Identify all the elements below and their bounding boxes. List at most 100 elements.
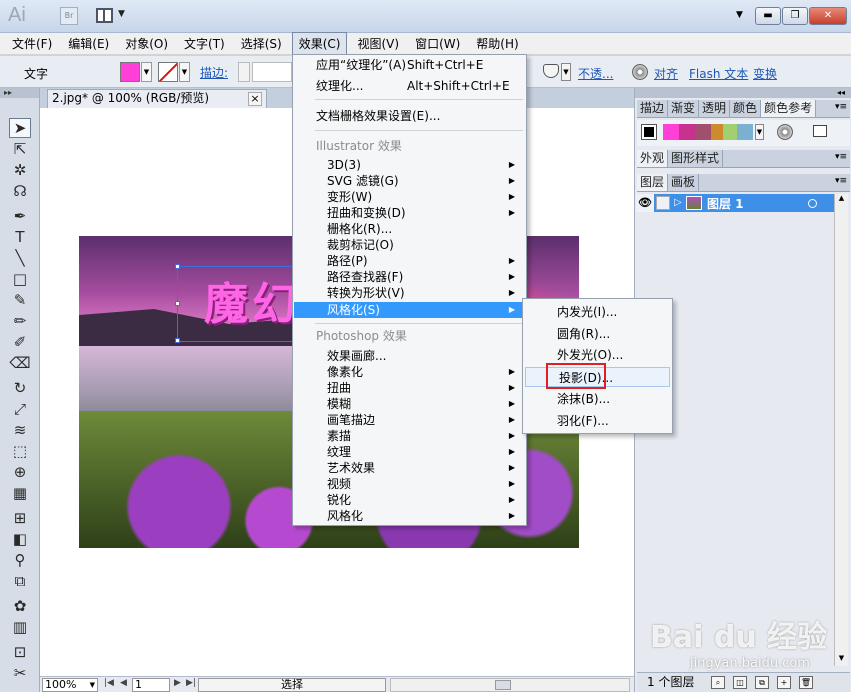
- next-page-icon[interactable]: ▶: [174, 678, 181, 688]
- panel-grip[interactable]: ◂◂: [635, 88, 851, 98]
- paintbrush-tool-icon[interactable]: ✎: [9, 290, 31, 310]
- menu-item-blur[interactable]: 模糊 ▶: [294, 396, 525, 412]
- fill-color-swatch[interactable]: [120, 62, 140, 82]
- panel-grip[interactable]: ▸▸: [0, 88, 39, 98]
- selection-handle[interactable]: [175, 301, 180, 306]
- menu-item-distort[interactable]: 扭曲 ▶: [294, 380, 525, 396]
- selection-handle[interactable]: [175, 338, 180, 343]
- style-icon[interactable]: [543, 64, 559, 78]
- layer-name[interactable]: 图层 1: [707, 195, 744, 212]
- minimize-button[interactable]: ▬: [755, 7, 781, 25]
- tab-color[interactable]: 颜色: [730, 100, 762, 117]
- menu-item-crop-marks[interactable]: 裁剪标记(O): [294, 237, 525, 253]
- stroke-weight-stepper[interactable]: [238, 62, 250, 82]
- save-color-group-icon[interactable]: [813, 125, 827, 137]
- close-tab-icon[interactable]: ×: [248, 92, 262, 106]
- type-tool-icon[interactable]: T: [9, 227, 31, 247]
- panel-menu-icon[interactable]: ▾≡: [835, 176, 847, 186]
- rotate-tool-icon[interactable]: ↻: [9, 378, 31, 398]
- prev-page-icon[interactable]: ◀: [120, 678, 127, 688]
- opacity-link[interactable]: 不透...: [578, 65, 613, 82]
- tab-artboards[interactable]: 画板: [668, 174, 700, 191]
- menu-effect[interactable]: 效果(C): [291, 32, 348, 55]
- submenu-item-scribble[interactable]: 涂抹(B)...: [524, 389, 671, 409]
- menu-help[interactable]: 帮助(H): [470, 33, 524, 54]
- menu-item-warp[interactable]: 变形(W) ▶: [294, 189, 525, 205]
- shape-builder-tool-icon[interactable]: ⊕: [9, 462, 31, 482]
- harmony-swatch[interactable]: [737, 124, 753, 140]
- tab-gradient[interactable]: 渐变: [668, 100, 700, 117]
- menu-item-pixelate[interactable]: 像素化 ▶: [294, 364, 525, 380]
- rectangle-tool-icon[interactable]: □: [9, 269, 31, 289]
- line-tool-icon[interactable]: ╲: [9, 248, 31, 268]
- harmony-swatch[interactable]: [679, 124, 695, 140]
- menu-view[interactable]: 视图(V): [351, 33, 405, 54]
- warp-tool-icon[interactable]: ≋: [9, 420, 31, 440]
- gradient-tool-icon[interactable]: ◧: [9, 529, 31, 549]
- lock-toggle[interactable]: [656, 196, 670, 210]
- lasso-tool-icon[interactable]: ☊: [9, 181, 31, 201]
- menu-item-texture[interactable]: 纹理 ▶: [294, 444, 525, 460]
- target-circle-icon[interactable]: [808, 199, 817, 208]
- artboard-tool-icon[interactable]: ⊡: [9, 642, 31, 662]
- layers-scrollbar[interactable]: ▲ ▼: [834, 194, 848, 666]
- menu-item-apply-last-effect[interactable]: 应用“纹理化”(A) Shift+Ctrl+E: [294, 57, 525, 73]
- pen-tool-icon[interactable]: ✒: [9, 206, 31, 226]
- tab-graphic-styles[interactable]: 图形样式: [668, 150, 724, 167]
- menu-item-sketch[interactable]: 素描 ▶: [294, 428, 525, 444]
- menu-item-pathfinder[interactable]: 路径查找器(F) ▶: [294, 269, 525, 285]
- submenu-item-inner-glow[interactable]: 内发光(I)...: [524, 302, 671, 322]
- restore-button[interactable]: ❐: [782, 7, 808, 25]
- scale-tool-icon[interactable]: ⤢: [9, 399, 31, 419]
- menu-item-stylize-illustrator[interactable]: 风格化(S) ▶: [294, 302, 525, 318]
- last-page-icon[interactable]: ▶|: [186, 678, 196, 688]
- eraser-tool-icon[interactable]: ⌫: [9, 353, 31, 373]
- menu-item-raster-settings[interactable]: 文档栅格效果设置(E)...: [294, 108, 525, 124]
- horizontal-scrollbar[interactable]: [390, 678, 630, 692]
- recolor-artwork-icon[interactable]: [632, 64, 648, 80]
- selection-tool-icon[interactable]: ➤: [9, 118, 31, 138]
- visibility-eye-icon[interactable]: 👁: [636, 194, 654, 212]
- stroke-color-swatch[interactable]: [158, 62, 178, 82]
- zoom-level-field[interactable]: 100%: [42, 678, 98, 692]
- mesh-tool-icon[interactable]: ⊞: [9, 508, 31, 528]
- slice-tool-icon[interactable]: ✂: [9, 663, 31, 683]
- perspective-grid-tool-icon[interactable]: ▦: [9, 483, 31, 503]
- menu-item-distort-transform[interactable]: 扭曲和变换(D) ▶: [294, 205, 525, 221]
- transform-link[interactable]: 变换: [753, 65, 777, 82]
- base-color-swatch[interactable]: [641, 124, 657, 140]
- menu-item-effect-gallery[interactable]: 效果画廊...: [294, 348, 525, 364]
- menu-item-svg-filters[interactable]: SVG 滤镜(G) ▶: [294, 173, 525, 189]
- tab-color-guide[interactable]: 颜色参考: [761, 100, 817, 117]
- harmony-swatch[interactable]: [695, 124, 711, 140]
- menu-item-path[interactable]: 路径(P) ▶: [294, 253, 525, 269]
- flash-text-link[interactable]: Flash 文本: [689, 65, 748, 82]
- style-dropdown-button[interactable]: ▼: [561, 63, 571, 81]
- harmony-swatch[interactable]: [663, 124, 679, 140]
- menu-select[interactable]: 选择(S): [235, 33, 288, 54]
- symbol-sprayer-tool-icon[interactable]: ✿: [9, 596, 31, 616]
- arrange-documents-button[interactable]: ▼: [96, 7, 130, 25]
- page-number-field[interactable]: 1: [132, 678, 170, 692]
- expand-triangle-icon[interactable]: ▷: [674, 194, 682, 212]
- direct-selection-tool-icon[interactable]: ⇱: [9, 139, 31, 159]
- stroke-dropdown-button[interactable]: ▼: [179, 62, 190, 82]
- scrollbar-thumb[interactable]: [495, 680, 511, 690]
- menu-edit[interactable]: 编辑(E): [62, 33, 115, 54]
- tab-stroke[interactable]: 描边: [637, 100, 669, 117]
- document-tab[interactable]: 2.jpg* @ 100% (RGB/预览) ×: [47, 89, 267, 108]
- column-graph-tool-icon[interactable]: ▥: [9, 617, 31, 637]
- blob-brush-tool-icon[interactable]: ✐: [9, 332, 31, 352]
- status-display[interactable]: 选择: [198, 678, 386, 692]
- tab-appearance[interactable]: 外观: [637, 150, 669, 167]
- edit-colors-icon[interactable]: [777, 124, 793, 140]
- panel-menu-icon[interactable]: ▾≡: [835, 102, 847, 112]
- menu-item-rasterize[interactable]: 栅格化(R)...: [294, 221, 525, 237]
- close-button[interactable]: ✕: [809, 7, 847, 25]
- scroll-up-icon[interactable]: ▲: [835, 194, 848, 206]
- blend-tool-icon[interactable]: ⧉: [9, 571, 31, 591]
- fill-dropdown-button[interactable]: ▼: [141, 62, 152, 82]
- bridge-button[interactable]: Br: [60, 7, 78, 25]
- menu-item-last-effect[interactable]: 纹理化... Alt+Shift+Ctrl+E: [294, 78, 525, 94]
- align-link[interactable]: 对齐: [654, 65, 678, 82]
